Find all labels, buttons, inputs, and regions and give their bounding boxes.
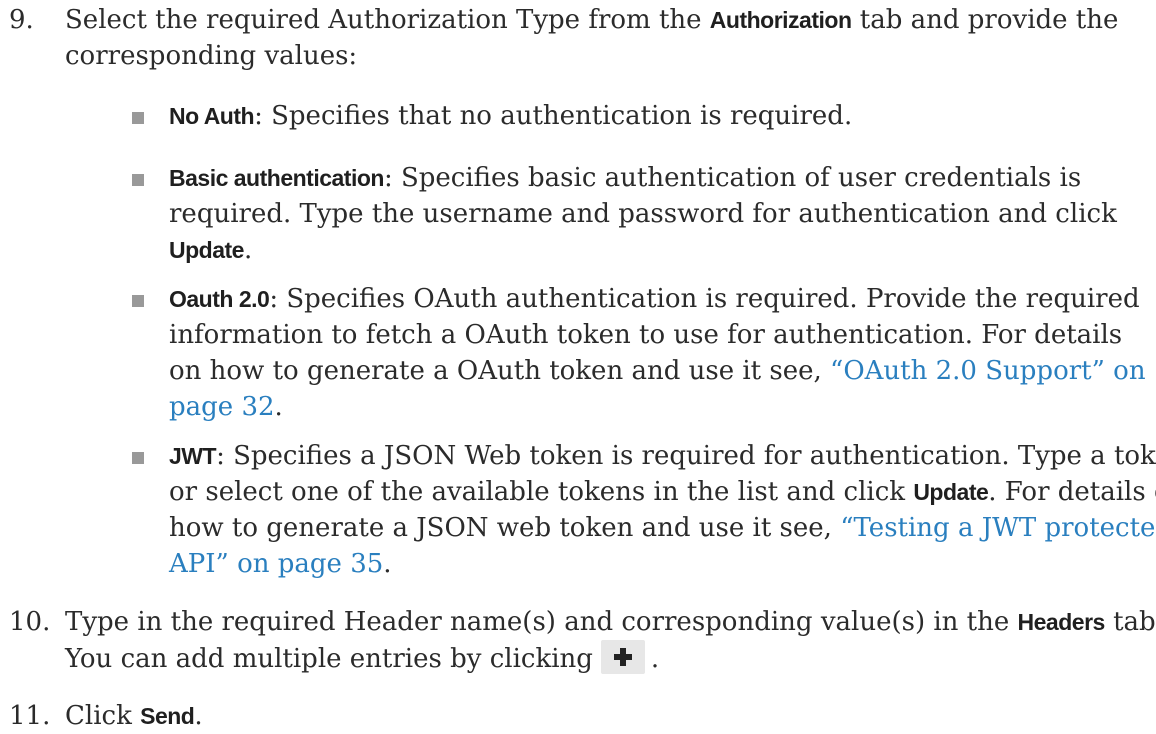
oauth-line-2: information to fetch a OAuth token to us… — [169, 320, 1123, 350]
step-11-line: Click Send. — [65, 701, 203, 731]
authorization-tab-term: Authorization — [709, 7, 852, 33]
no-auth-item: No Auth: Specifies that no authenticatio… — [169, 101, 853, 131]
jwt-page-link[interactable]: API” on page 35 — [169, 549, 383, 579]
jwt-line-2: or select one of the available tokens in… — [169, 477, 1156, 507]
jwt-line-3: how to generate a JSON web token and use… — [169, 510, 1156, 546]
step-9-line-1: Select the required Authorization Type f… — [65, 5, 1119, 35]
oauth-line-1: Oauth 2.0: Specifies OAuth authenticatio… — [169, 284, 1140, 314]
basic-auth-line-2: required. Type the username and password… — [169, 199, 1117, 229]
step-number: 9. — [9, 5, 34, 35]
oauth-page-link[interactable]: page 32 — [169, 392, 275, 422]
step-number: 11. — [9, 701, 51, 731]
jwt-testing-link[interactable]: “Testing a JWT protected — [840, 513, 1156, 543]
jwt-line-4: API” on page 35. — [169, 549, 392, 579]
step-10-line-2: You can add multiple entries by clicking… — [65, 640, 659, 677]
send-button-term: Send — [140, 703, 195, 729]
add-entry-button[interactable] — [600, 640, 645, 674]
bullet-square-icon — [132, 295, 144, 307]
step-10-line-1: Type in the required Header name(s) and … — [65, 607, 1156, 637]
step-9-line-2: corresponding values: — [65, 41, 358, 71]
plus-icon — [613, 648, 632, 666]
headers-tab-term: Headers — [1017, 609, 1106, 635]
jwt-line-1: JWT: Specifies a JSON Web token is requi… — [169, 441, 1156, 471]
document-page: 9. Select the required Authorization Typ… — [0, 0, 1156, 731]
oauth-support-link[interactable]: “OAuth 2.0 Support” on — [830, 356, 1146, 386]
bullet-square-icon — [132, 452, 144, 464]
bullet-square-icon — [132, 174, 144, 186]
bullet-square-icon — [132, 112, 144, 124]
oauth-line-4: page 32. — [169, 392, 283, 422]
basic-auth-line-3: Update. — [169, 235, 253, 265]
oauth-line-3: on how to generate a OAuth token and use… — [169, 356, 1146, 386]
step-number: 10. — [9, 607, 51, 637]
basic-auth-line-1: Basic authentication: Specifies basic au… — [169, 163, 1082, 193]
